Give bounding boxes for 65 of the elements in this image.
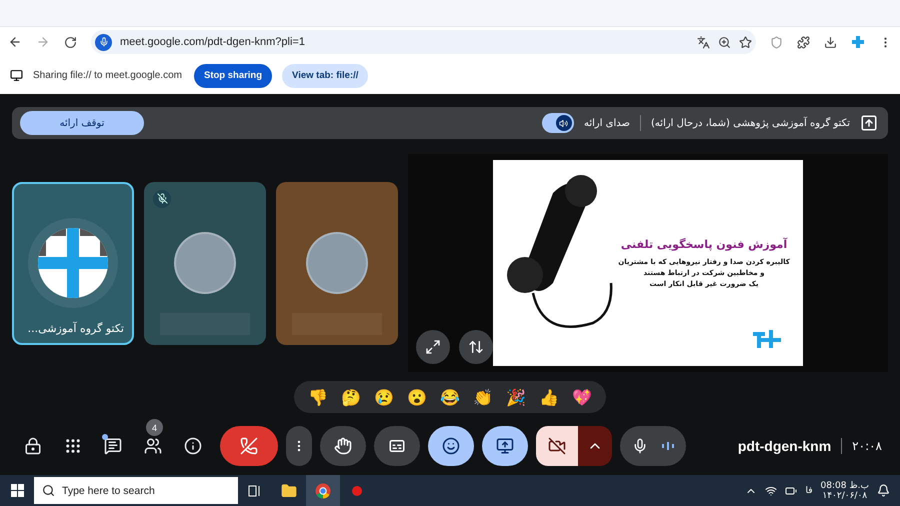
reaction-emoji[interactable]: 👍 — [535, 384, 563, 410]
translate-icon[interactable] — [697, 36, 710, 48]
back-icon[interactable] — [8, 35, 22, 49]
reaction-emoji[interactable]: 👏 — [469, 384, 497, 410]
captions-button[interactable] — [374, 426, 420, 466]
reaction-emoji[interactable]: 😢 — [370, 384, 398, 410]
presentation-audio-label: صدای ارائه — [584, 118, 630, 128]
presenter-title: تکتو گروه آموزشی پژوهشی (شما، درحال ارائه) — [651, 118, 850, 128]
reaction-emoji[interactable]: 🎉 — [502, 384, 530, 410]
swap-arrows-icon — [468, 339, 484, 355]
plus-logo-icon — [38, 228, 108, 298]
language-indicator[interactable]: فا — [805, 486, 813, 496]
meeting-code: pdt-dgen-knm — [738, 438, 832, 454]
clock-time[interactable]: 08:08 ب.ظ — [820, 480, 869, 490]
presentation-audio-toggle[interactable] — [542, 113, 574, 133]
raise-hand-button[interactable] — [320, 426, 366, 466]
zoom-icon[interactable] — [718, 36, 731, 48]
emoji-button[interactable] — [428, 426, 474, 466]
reaction-emoji[interactable]: 😂 — [436, 384, 464, 410]
reaction-emoji[interactable]: 💖 — [568, 384, 596, 410]
speaker-icon — [559, 118, 568, 128]
leave-call-button[interactable] — [220, 426, 278, 466]
captions-icon — [388, 437, 406, 455]
participant-name: تکتو گروه آموزشی... — [26, 322, 124, 334]
reaction-emoji[interactable]: 😮 — [403, 384, 431, 410]
phone-hangup-icon — [240, 437, 258, 455]
swap-icon-button[interactable] — [459, 330, 493, 364]
expand-icon-button[interactable] — [416, 330, 450, 364]
clock-date[interactable]: ۱۴۰۲/۰۶/۰۸ — [822, 490, 868, 500]
browser-icon[interactable] — [306, 475, 340, 506]
hand-icon — [334, 437, 352, 455]
view-tab-button[interactable]: View tab: file:// — [282, 64, 368, 88]
bookmark-star-icon[interactable] — [739, 36, 752, 48]
present-upload-icon — [860, 114, 878, 132]
stop-presenting-button[interactable]: توقف ارائه — [20, 111, 144, 135]
network-icon[interactable] — [765, 484, 778, 496]
microphone-icon — [632, 438, 648, 454]
stop-sharing-button[interactable]: Stop sharing — [194, 64, 272, 88]
reaction-emoji[interactable]: 👎 — [304, 384, 332, 410]
search-icon — [42, 484, 55, 497]
audio-level-icon — [662, 441, 674, 451]
sharing-status-text: Sharing file:// to meet.google.com — [33, 70, 182, 81]
expand-icon — [425, 339, 441, 355]
people-count: 4 — [146, 419, 163, 436]
microphone-icon[interactable] — [95, 34, 112, 50]
smiley-icon — [442, 437, 460, 455]
taskbar-search-field[interactable]: Type here to search — [34, 477, 238, 504]
present-screen-icon — [496, 437, 514, 455]
notification-icon[interactable] — [877, 484, 890, 497]
extensions-icon[interactable] — [797, 36, 810, 48]
camera-off-icon — [548, 437, 566, 455]
url-text: meet.google.com/pdt-dgen-knm?pli=1 — [120, 36, 306, 48]
reaction-emoji[interactable]: 🤔 — [337, 384, 365, 410]
download-icon[interactable] — [824, 36, 837, 48]
reload-icon[interactable] — [64, 36, 77, 48]
screen-share-icon — [10, 69, 23, 82]
microphone-button[interactable] — [620, 426, 686, 466]
battery-icon[interactable] — [785, 484, 798, 496]
camera-button[interactable] — [536, 426, 578, 466]
address-bar[interactable]: meet.google.com/pdt-dgen-knm?pli=1 — [91, 30, 756, 54]
slide-title: آموزش فنون پاسخگویی تلفنی — [620, 238, 788, 251]
present-button[interactable] — [482, 426, 528, 466]
meeting-time: ۲۰:۰۸ — [852, 439, 882, 453]
shield-icon[interactable] — [770, 36, 783, 48]
plus-logo-icon[interactable] — [851, 35, 865, 49]
